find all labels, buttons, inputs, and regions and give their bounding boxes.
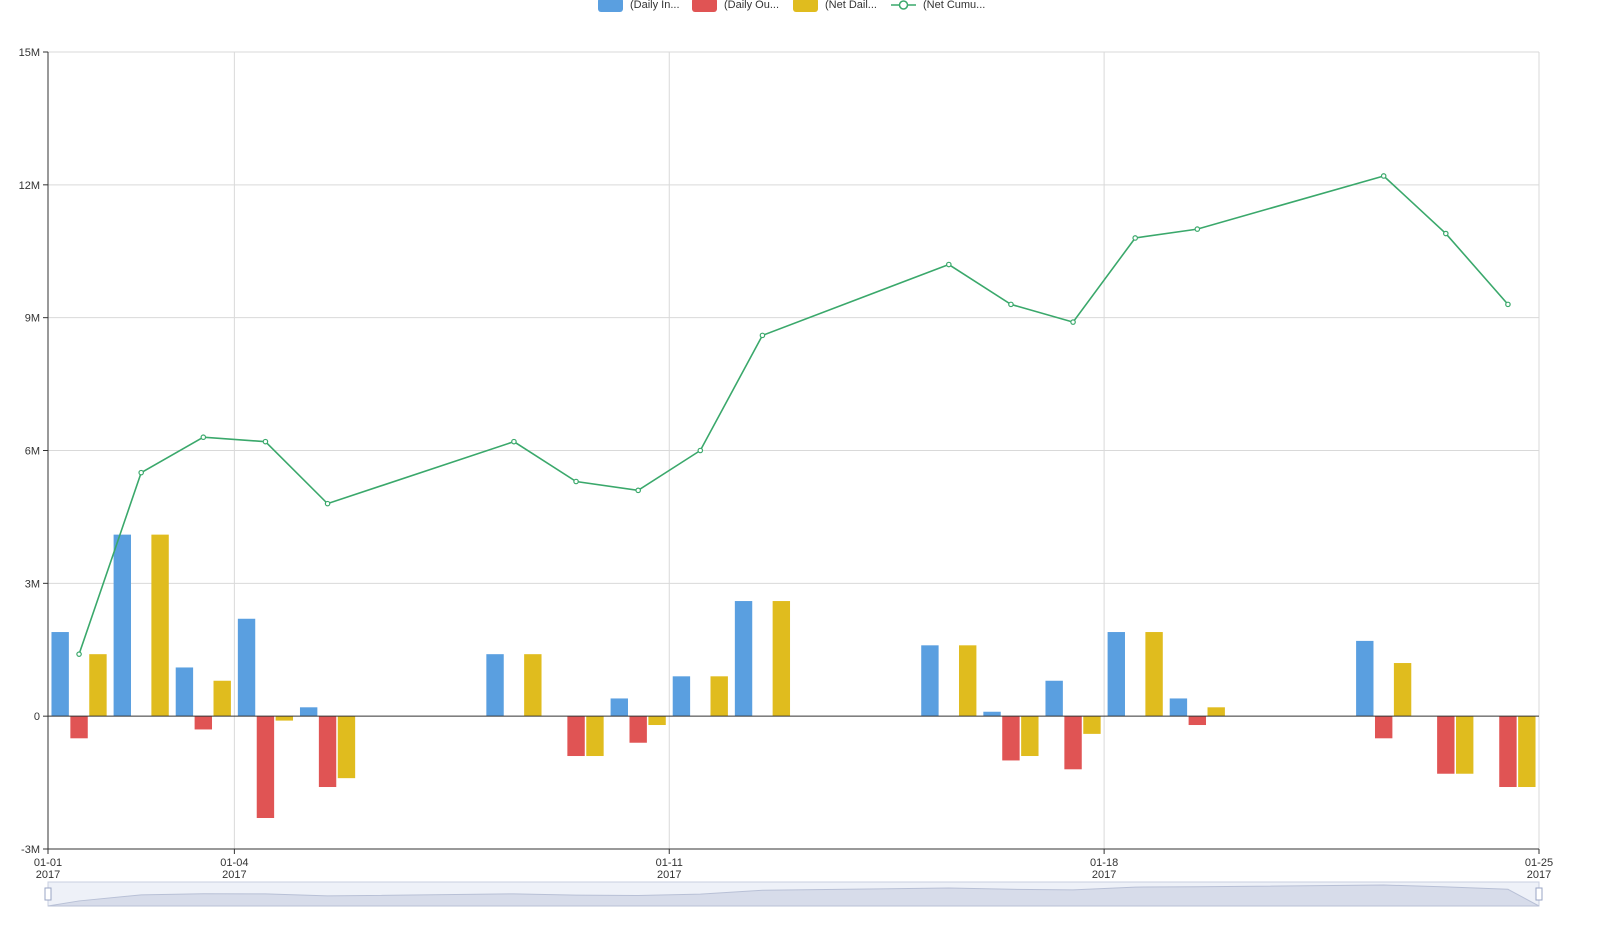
chart-plot-area: 15M12M9M6M3M0-3M01-01201701-04201701-112…: [19, 47, 1553, 907]
bar-dailyin: [113, 534, 131, 717]
net-cumulative-point: [324, 500, 331, 507]
y-tick-label: -3M: [21, 844, 40, 856]
bar-dailyou: [70, 716, 88, 739]
bar-dailyou: [1002, 716, 1020, 761]
net-cumulative-point: [1008, 301, 1014, 308]
x-tick-year-label: 2017: [1527, 869, 1551, 881]
net-cumulative-point: [1443, 230, 1449, 237]
net-cumulative-point: [573, 478, 579, 485]
bar-dailyin: [921, 645, 939, 717]
bar-netdail: [1518, 716, 1536, 788]
bar-netdail: [275, 716, 294, 721]
bar-dailyou: [1374, 716, 1393, 739]
net-cumulative-point: [1194, 226, 1201, 232]
bar-dailyin: [672, 676, 691, 717]
chart-container: (Daily In... (Daily Ou... (Net Dail... (…: [0, 0, 1603, 940]
bar-netdail: [772, 601, 791, 717]
bar-dailyou: [567, 716, 585, 757]
x-tick-year-label: 2017: [36, 869, 60, 881]
net-cumulative-point: [1505, 301, 1511, 308]
net-cumulative-point: [138, 469, 144, 476]
bar-netdail: [1021, 716, 1039, 757]
bar-series: [51, 534, 1536, 819]
bar-netdail: [213, 680, 231, 717]
net-cumulative-point: [1380, 173, 1387, 179]
x-tick-label: 01-01: [34, 857, 62, 869]
bar-netdail: [151, 534, 169, 717]
bar-netdail: [89, 654, 107, 717]
net-cumulative-point: [759, 332, 766, 339]
bar-netdail: [586, 716, 604, 757]
net-cumulative-point: [697, 447, 704, 454]
bar-dailyou: [256, 716, 275, 819]
net-cumulative-point: [511, 438, 517, 445]
bar-netdail: [648, 716, 666, 726]
net-cumulative-point: [1070, 319, 1076, 325]
bar-dailyou: [1064, 716, 1082, 770]
net-cumulative-point: [76, 651, 82, 657]
net-cumulative-line: [78, 175, 1509, 655]
net-cumulative-point: [635, 487, 641, 494]
y-tick-label: 3M: [25, 578, 40, 590]
bar-dailyin: [983, 711, 1001, 717]
bar-dailyin: [1107, 632, 1125, 717]
bar-netdail: [710, 676, 728, 717]
y-tick-label: 9M: [25, 313, 40, 325]
x-tick-label: 01-04: [220, 857, 248, 869]
bar-netdail: [1083, 716, 1101, 734]
axes: 15M12M9M6M3M0-3M01-01201701-04201701-112…: [19, 47, 1553, 881]
bar-netdail: [1145, 632, 1163, 717]
zoom-handle-left[interactable]: [44, 887, 52, 901]
bar-dailyin: [299, 707, 318, 717]
bar-dailyin: [486, 654, 504, 717]
bar-dailyin: [51, 632, 69, 717]
bar-dailyou: [1188, 716, 1207, 726]
bar-dailyin: [734, 601, 753, 717]
bar-dailyin: [237, 618, 256, 717]
zoom-handle-right[interactable]: [1535, 887, 1543, 901]
bar-dailyou: [1437, 716, 1455, 774]
net-cumulative-point: [262, 438, 269, 445]
x-tick-label: 01-18: [1090, 857, 1118, 869]
net-cumulative-point: [200, 434, 207, 441]
y-tick-label: 0: [34, 711, 40, 723]
bar-dailyin: [610, 698, 628, 717]
data-zoom-slider: [44, 881, 1543, 907]
net-cumulative-point: [946, 261, 952, 268]
x-tick-year-label: 2017: [1092, 869, 1116, 881]
bar-netdail: [524, 654, 542, 717]
bar-netdail: [1207, 707, 1225, 717]
line-series: [76, 173, 1511, 657]
bar-dailyou: [318, 716, 337, 788]
x-tick-year-label: 2017: [222, 869, 246, 881]
x-tick-label: 01-25: [1525, 857, 1553, 869]
bar-dailyin: [1356, 640, 1374, 717]
bar-netdail: [337, 716, 356, 779]
bar-netdail: [1456, 716, 1474, 774]
x-tick-label: 01-11: [656, 857, 683, 869]
bar-netdail: [959, 645, 977, 717]
x-tick-year-label: 2017: [657, 869, 681, 881]
bar-dailyin: [1045, 680, 1063, 717]
bar-dailyin: [175, 667, 194, 717]
net-cumulative-point: [1132, 235, 1138, 241]
bar-dailyin: [1169, 698, 1188, 717]
bar-dailyou: [1499, 716, 1517, 788]
bar-dailyou: [194, 716, 213, 730]
bar-netdail: [1393, 663, 1412, 717]
y-tick-label: 15M: [19, 47, 40, 59]
y-tick-label: 12M: [19, 180, 40, 192]
bar-dailyou: [629, 716, 647, 743]
y-tick-label: 6M: [25, 446, 40, 458]
